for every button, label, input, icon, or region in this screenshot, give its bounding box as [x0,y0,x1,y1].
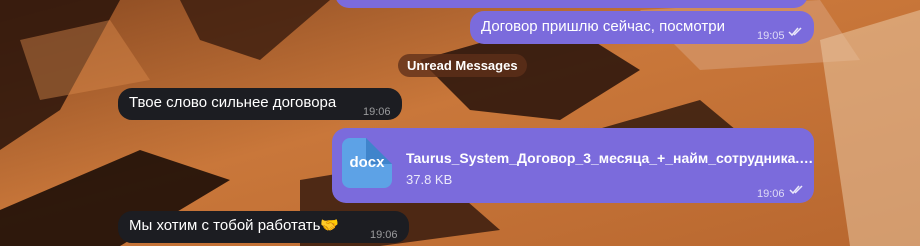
unread-messages-divider: Unread Messages [398,54,527,77]
outgoing-file-bubble[interactable]: docx Taurus_System_Договор_3_месяца_+_на… [332,128,815,203]
file-extension: docx [349,154,385,171]
double-check-icon [788,27,802,37]
incoming-message-bubble[interactable]: Мы хотим с тобой работать🤝 19:06 [118,211,409,243]
message-text: Мы хотим с тобой работать🤝 [129,216,339,236]
message-time: 19:06 [363,106,391,118]
double-check-icon [789,185,803,195]
previous-message-bubble [335,0,808,8]
handshake-emoji: 🤝 [320,217,340,234]
file-size: 37.8 KB [406,172,453,187]
file-name[interactable]: Taurus_System_Договор_3_месяца_+_найм_со… [406,148,815,168]
incoming-message-bubble[interactable]: Твое слово сильнее договора 19:06 [118,88,402,120]
message-text-body: Мы хотим с тобой работать [129,217,321,234]
document-icon[interactable]: docx [342,138,392,188]
message-text: Твое слово сильнее договора [129,94,337,111]
outgoing-message-bubble[interactable]: Договор пришлю сейчас, посмотри 19:05 [470,11,814,44]
message-time: 19:06 [370,229,398,241]
message-time: 19:06 [757,188,785,200]
message-time: 19:05 [757,30,785,42]
message-text: Договор пришлю сейчас, посмотри [481,18,725,35]
